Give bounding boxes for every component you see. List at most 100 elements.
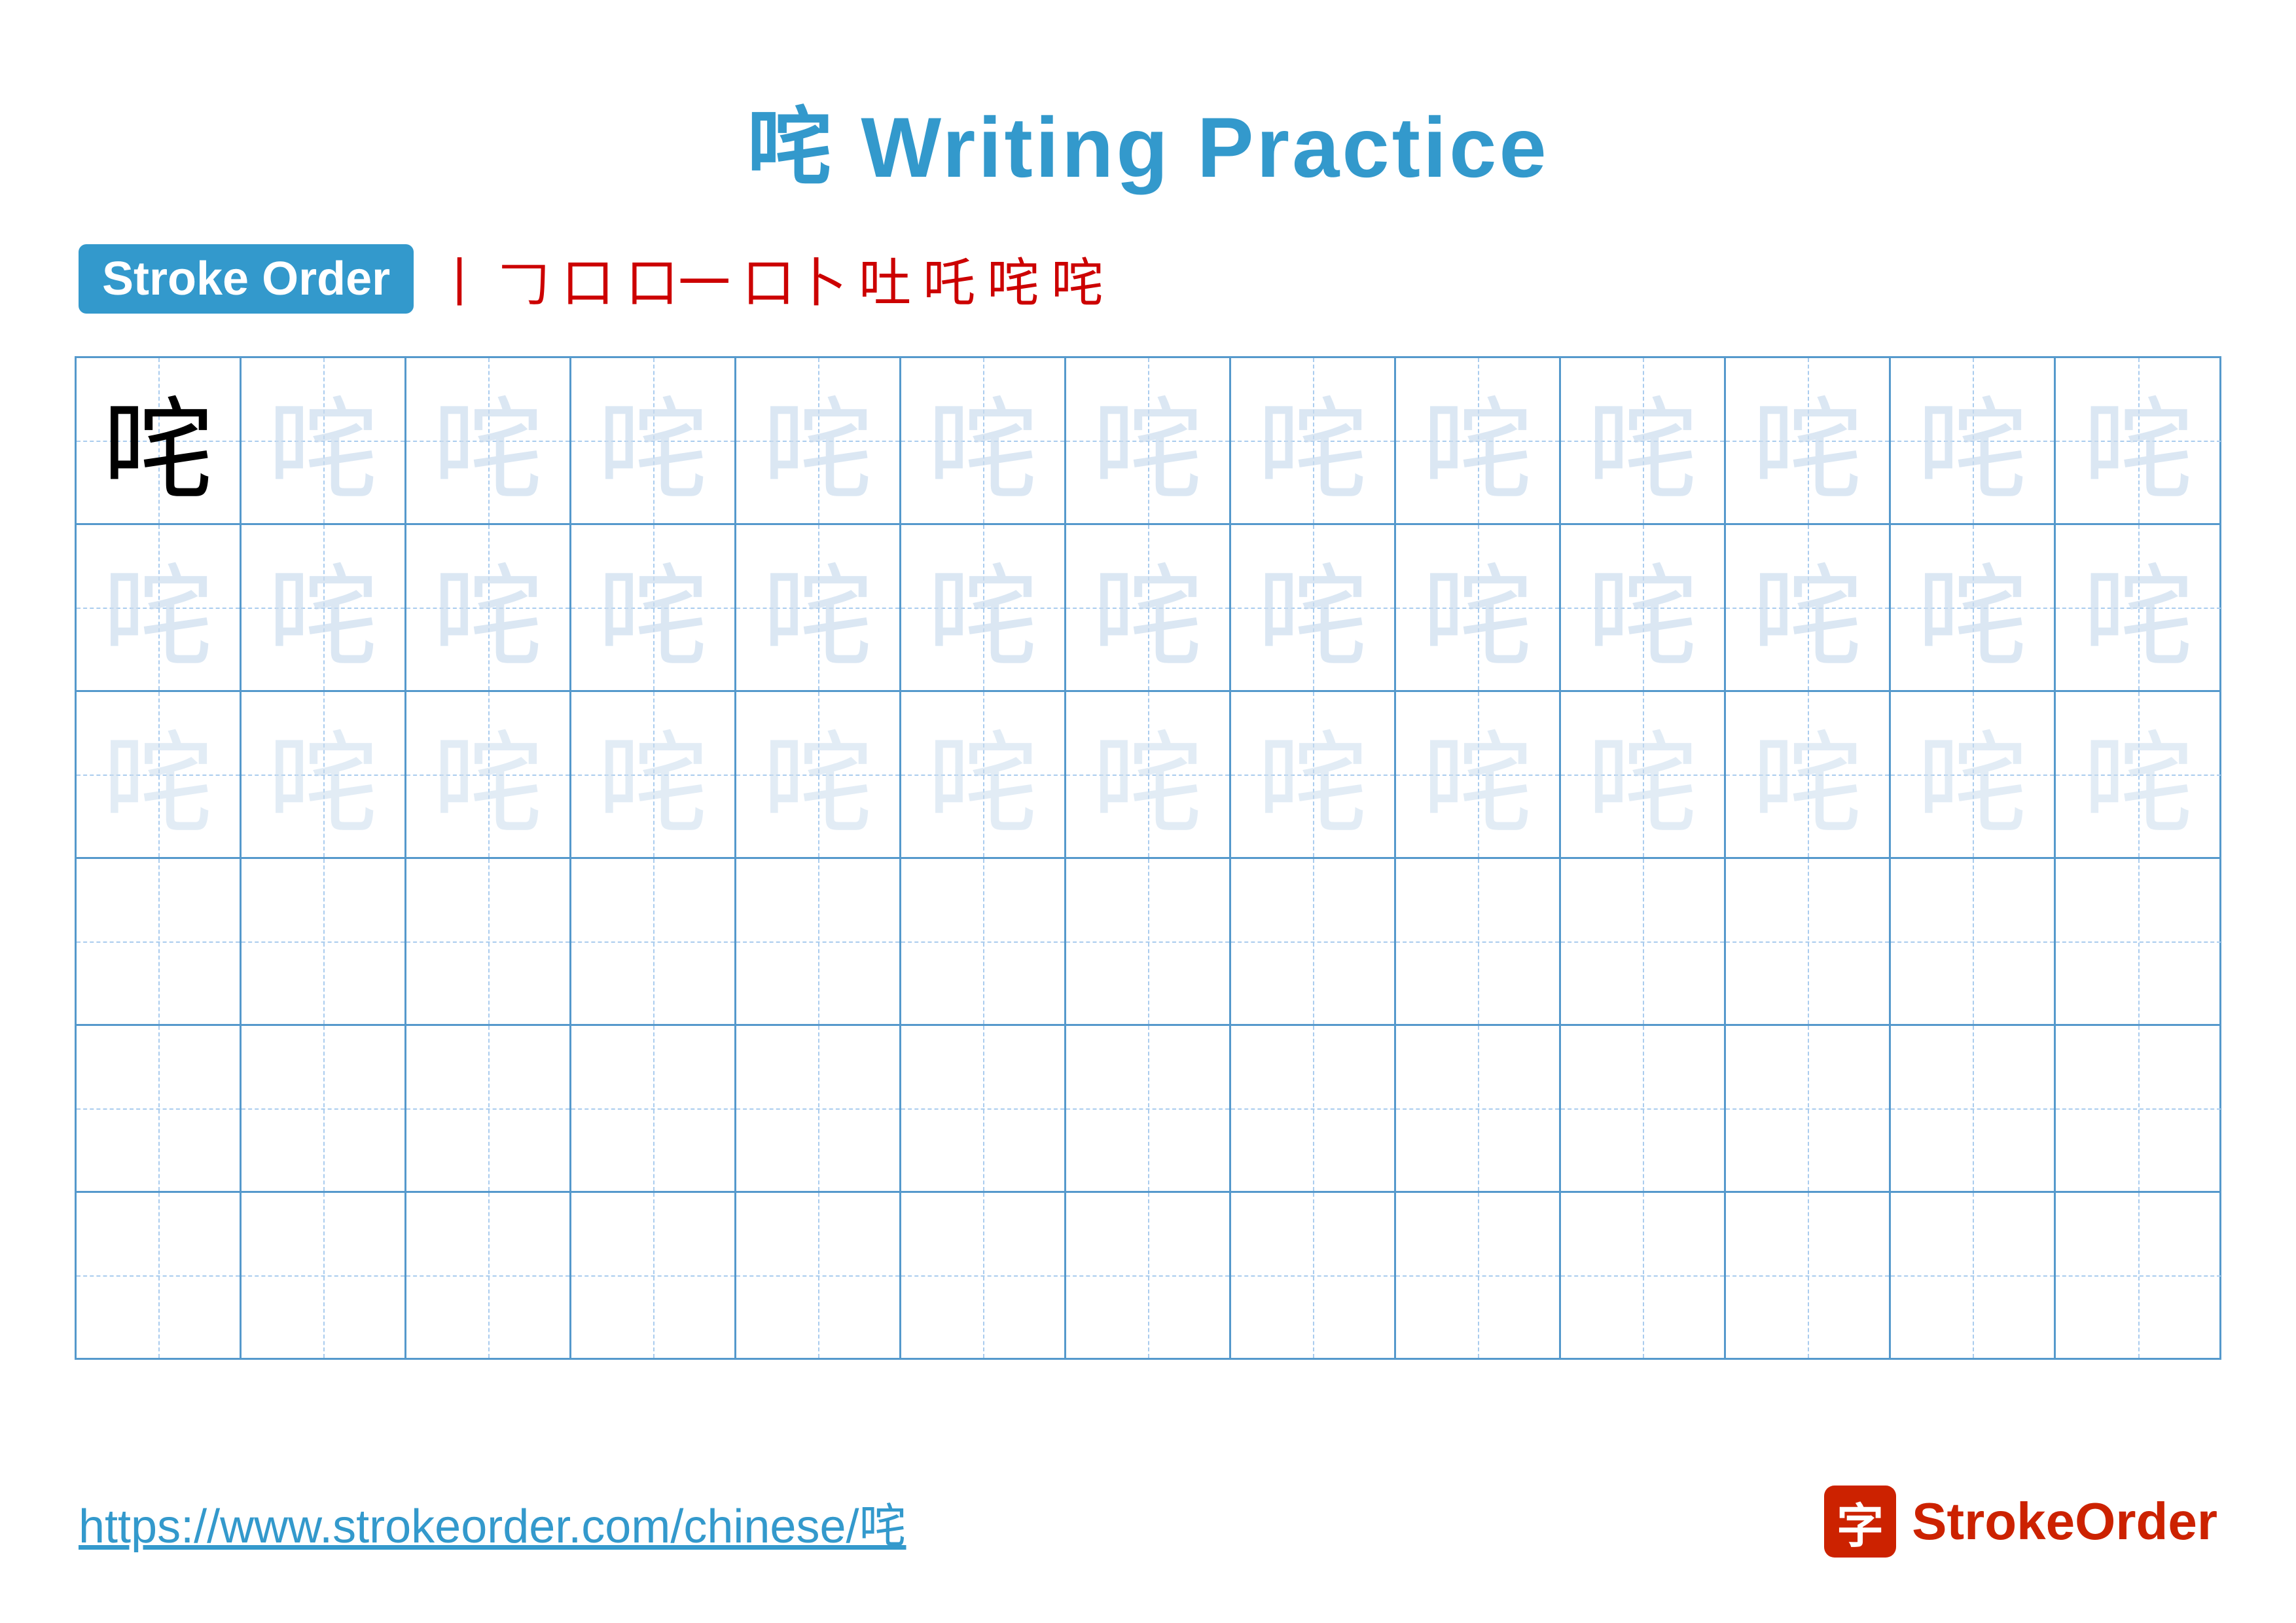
footer: https://www.strokeorder.com/chinese/咤 字 … (0, 1486, 2296, 1558)
grid-cell-r1-c5: 咤 (736, 358, 901, 523)
grid-row-1: 咤 咤 咤 咤 咤 咤 咤 咤 咤 (77, 358, 2219, 525)
grid-cell-r5-c5[interactable] (736, 1026, 901, 1191)
grid-row-5 (77, 1026, 2219, 1193)
grid-cell-r3-c7: 咤 (1066, 692, 1231, 857)
grid-cell-r6-c9[interactable] (1396, 1193, 1561, 1358)
stroke-step-8: 咤 (987, 241, 1039, 317)
grid-cell-r3-c13: 咤 (2056, 692, 2221, 857)
grid-cell-r3-c11: 咤 (1726, 692, 1891, 857)
page: 咤 Writing Practice Stroke Order 丨 𠃌 口 口一… (0, 0, 2296, 1623)
grid-cell-r6-c13[interactable] (2056, 1193, 2221, 1358)
logo-icon: 字 (1824, 1486, 1896, 1558)
grid-cell-r3-c5: 咤 (736, 692, 901, 857)
grid-cell-r6-c11[interactable] (1726, 1193, 1891, 1358)
grid-cell-r4-c5[interactable] (736, 859, 901, 1024)
footer-url[interactable]: https://www.strokeorder.com/chinese/咤 (79, 1487, 906, 1556)
stroke-order-badge: Stroke Order (79, 244, 414, 314)
footer-logo: 字 StrokeOrder (1824, 1486, 2217, 1558)
stroke-step-7: 吒 (923, 241, 975, 317)
grid-cell-r1-c6: 咤 (901, 358, 1066, 523)
grid-cell-r3-c12: 咤 (1891, 692, 2056, 857)
grid-row-4 (77, 859, 2219, 1026)
grid-cell-r5-c2[interactable] (242, 1026, 406, 1191)
grid-cell-r6-c1[interactable] (77, 1193, 242, 1358)
grid-cell-r5-c8[interactable] (1231, 1026, 1396, 1191)
grid-cell-r3-c4: 咤 (571, 692, 736, 857)
grid-cell-r3-c8: 咤 (1231, 692, 1396, 857)
stroke-step-5: 口卜 (742, 241, 847, 317)
logo-text: StrokeOrder (1912, 1491, 2217, 1552)
grid-cell-r5-c1[interactable] (77, 1026, 242, 1191)
grid-cell-r6-c10[interactable] (1561, 1193, 1726, 1358)
stroke-order-row: Stroke Order 丨 𠃌 口 口一 口卜 吐 吒 咤 咤 (79, 241, 1103, 317)
grid-cell-r4-c12[interactable] (1891, 859, 2056, 1024)
grid-cell-r1-c1: 咤 (77, 358, 242, 523)
grid-cell-r2-c10: 咤 (1561, 525, 1726, 690)
stroke-step-1: 丨 (433, 241, 486, 317)
logo-char: 字 (1837, 1487, 1884, 1556)
grid-cell-r1-c10: 咤 (1561, 358, 1726, 523)
stroke-step-6: 吐 (859, 241, 911, 317)
grid-cell-r5-c3[interactable] (406, 1026, 571, 1191)
grid-cell-r5-c10[interactable] (1561, 1026, 1726, 1191)
grid-cell-r4-c3[interactable] (406, 859, 571, 1024)
grid-cell-r6-c2[interactable] (242, 1193, 406, 1358)
page-title: 咤 Writing Practice (747, 79, 1549, 202)
grid-cell-r3-c2: 咤 (242, 692, 406, 857)
grid-cell-r1-c13: 咤 (2056, 358, 2221, 523)
grid-cell-r4-c7[interactable] (1066, 859, 1231, 1024)
grid-cell-r3-c3: 咤 (406, 692, 571, 857)
stroke-step-9: 咤 (1051, 241, 1103, 317)
stroke-steps: 丨 𠃌 口 口一 口卜 吐 吒 咤 咤 (433, 241, 1103, 317)
grid-cell-r5-c7[interactable] (1066, 1026, 1231, 1191)
grid-cell-r4-c10[interactable] (1561, 859, 1726, 1024)
grid-cell-r5-c11[interactable] (1726, 1026, 1891, 1191)
grid-cell-r5-c12[interactable] (1891, 1026, 2056, 1191)
grid-cell-r6-c6[interactable] (901, 1193, 1066, 1358)
grid-cell-r6-c5[interactable] (736, 1193, 901, 1358)
grid-row-3: 咤 咤 咤 咤 咤 咤 咤 咤 咤 (77, 692, 2219, 859)
grid-row-6 (77, 1193, 2219, 1358)
grid-cell-r3-c10: 咤 (1561, 692, 1726, 857)
grid-cell-r4-c11[interactable] (1726, 859, 1891, 1024)
grid-cell-r2-c5: 咤 (736, 525, 901, 690)
writing-grid: 咤 咤 咤 咤 咤 咤 咤 咤 咤 (75, 356, 2221, 1360)
grid-cell-r4-c4[interactable] (571, 859, 736, 1024)
grid-cell-r6-c7[interactable] (1066, 1193, 1231, 1358)
grid-cell-r3-c1: 咤 (77, 692, 242, 857)
grid-cell-r2-c1: 咤 (77, 525, 242, 690)
stroke-step-2: 𠃌 (497, 241, 550, 317)
char-full: 咤 (102, 360, 213, 521)
grid-cell-r1-c12: 咤 (1891, 358, 2056, 523)
grid-cell-r3-c9: 咤 (1396, 692, 1561, 857)
grid-cell-r6-c4[interactable] (571, 1193, 736, 1358)
grid-cell-r1-c11: 咤 (1726, 358, 1891, 523)
grid-cell-r5-c4[interactable] (571, 1026, 736, 1191)
grid-cell-r6-c3[interactable] (406, 1193, 571, 1358)
grid-cell-r1-c7: 咤 (1066, 358, 1231, 523)
grid-cell-r1-c3: 咤 (406, 358, 571, 523)
grid-cell-r2-c4: 咤 (571, 525, 736, 690)
grid-cell-r2-c13: 咤 (2056, 525, 2221, 690)
grid-cell-r4-c13[interactable] (2056, 859, 2221, 1024)
grid-cell-r6-c8[interactable] (1231, 1193, 1396, 1358)
grid-cell-r6-c12[interactable] (1891, 1193, 2056, 1358)
grid-cell-r5-c6[interactable] (901, 1026, 1066, 1191)
grid-cell-r2-c3: 咤 (406, 525, 571, 690)
grid-cell-r4-c2[interactable] (242, 859, 406, 1024)
grid-cell-r4-c6[interactable] (901, 859, 1066, 1024)
stroke-step-3: 口 (562, 241, 614, 317)
grid-cell-r1-c2: 咤 (242, 358, 406, 523)
grid-row-2: 咤 咤 咤 咤 咤 咤 咤 咤 咤 (77, 525, 2219, 692)
grid-cell-r2-c12: 咤 (1891, 525, 2056, 690)
grid-cell-r2-c7: 咤 (1066, 525, 1231, 690)
grid-cell-r5-c9[interactable] (1396, 1026, 1561, 1191)
grid-cell-r2-c2: 咤 (242, 525, 406, 690)
grid-cell-r4-c8[interactable] (1231, 859, 1396, 1024)
grid-cell-r4-c9[interactable] (1396, 859, 1561, 1024)
grid-cell-r2-c6: 咤 (901, 525, 1066, 690)
grid-cell-r5-c13[interactable] (2056, 1026, 2221, 1191)
grid-cell-r4-c1[interactable] (77, 859, 242, 1024)
grid-cell-r2-c8: 咤 (1231, 525, 1396, 690)
grid-cell-r1-c9: 咤 (1396, 358, 1561, 523)
